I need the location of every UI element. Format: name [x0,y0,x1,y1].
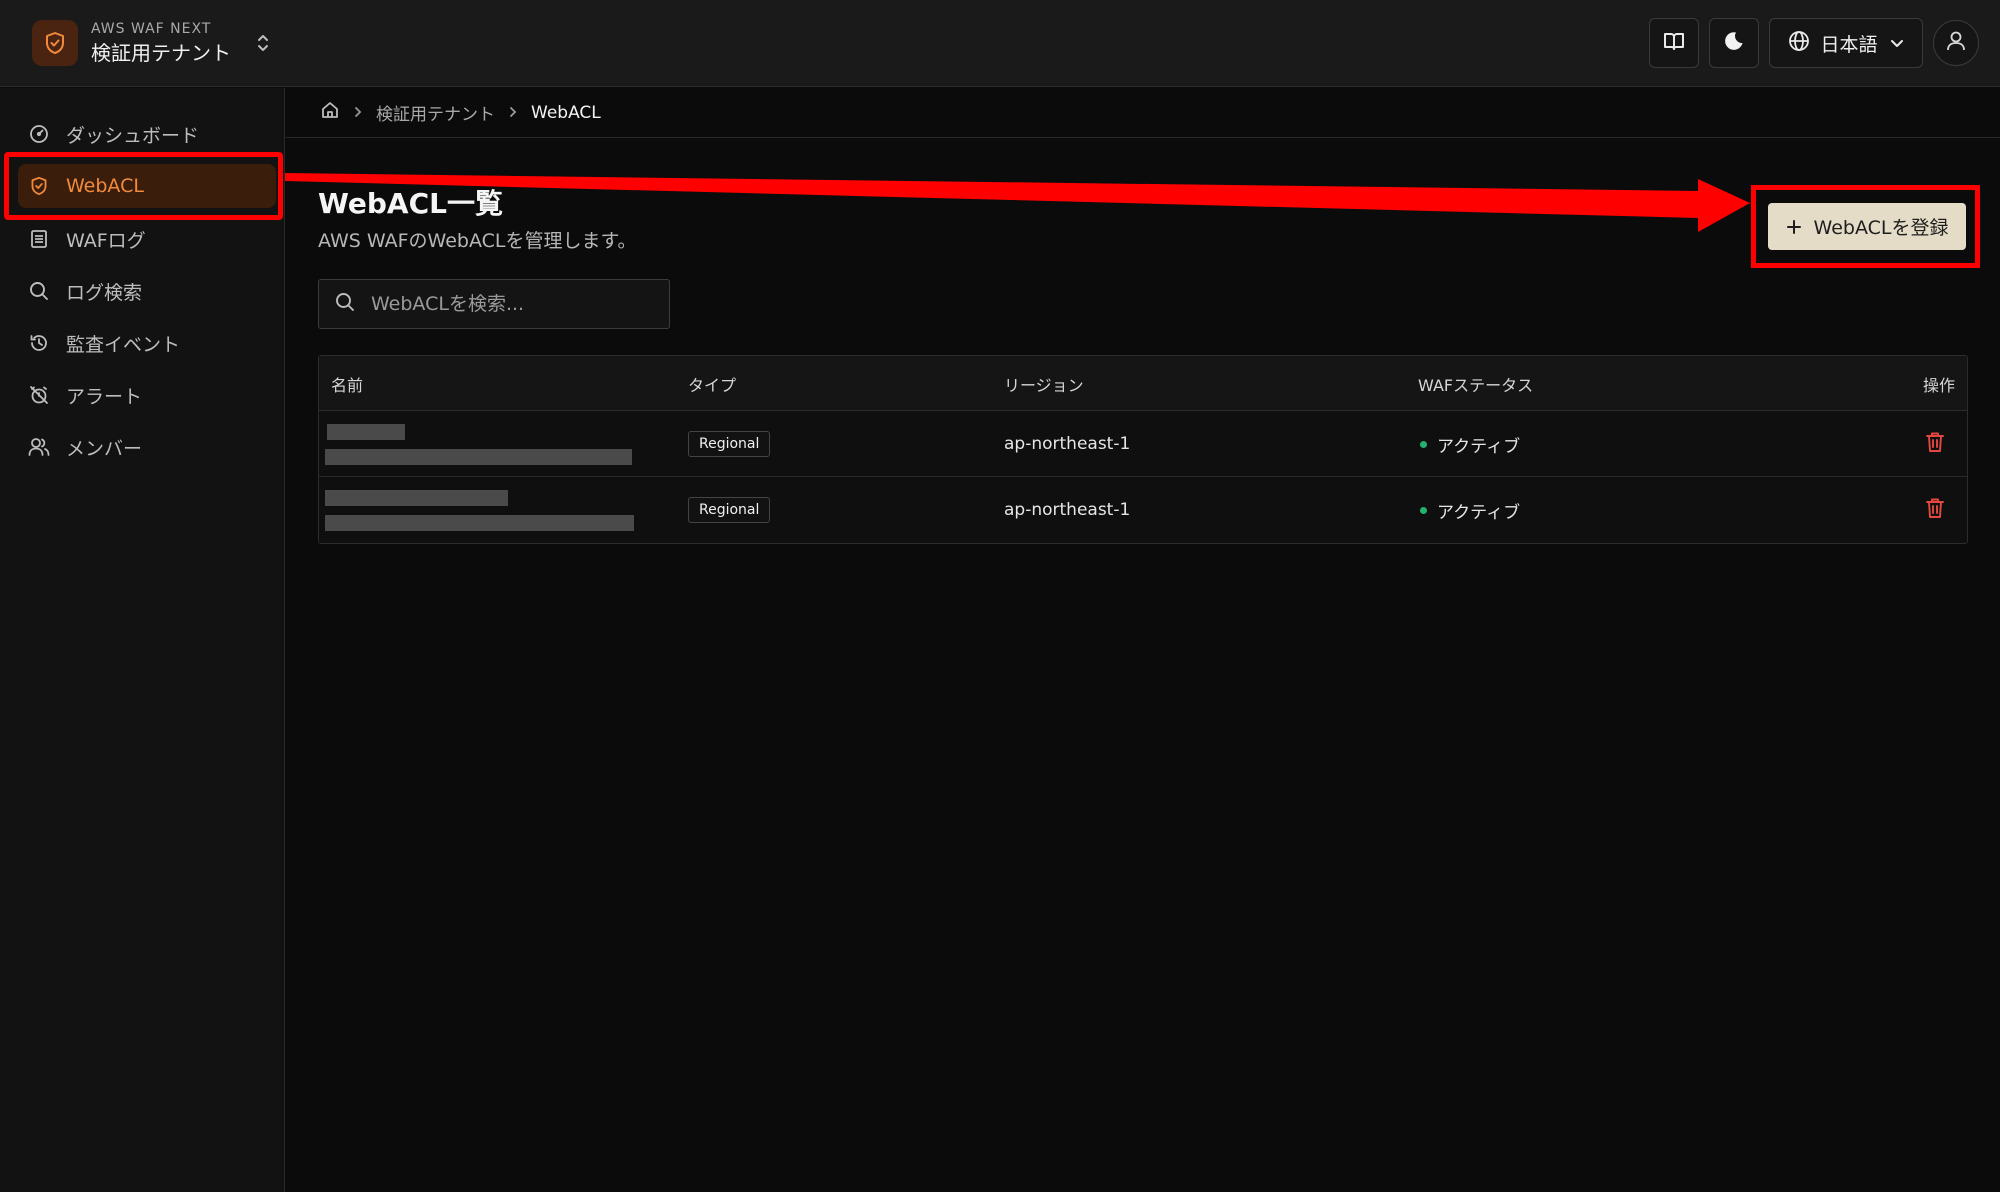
breadcrumb-current: WebACL [531,102,601,123]
type-badge: Regional [688,497,771,523]
column-type[interactable]: タイプ [688,356,736,411]
history-icon [28,332,50,354]
annotation-highlight-webacl-nav [4,152,283,220]
shield-logo-icon [32,20,78,66]
status-dot [1420,506,1427,514]
page-description: AWS WAFのWebACLを管理します。 [318,230,637,252]
breadcrumb: 検証用テナント WebACL [286,88,2000,138]
book-open-icon [1663,31,1685,55]
gauge-icon [28,123,50,145]
delete-button[interactable] [1925,411,1945,477]
sidebar-item-audit-events[interactable]: 監査イベント [18,321,276,365]
tenant-switcher[interactable]: AWS WAF NEXT 検証用テナント [32,20,273,66]
language-label: 日本語 [1820,33,1878,56]
globe-icon [1788,30,1810,56]
sidebar-item-waf-logs[interactable]: WAFログ [18,217,276,261]
sidebar-item-label: ダッシュボード [66,124,200,147]
redacted-id [325,515,634,531]
status-dot [1420,440,1427,448]
sidebar-item-label: メンバー [66,437,143,460]
column-region[interactable]: リージョン [1004,356,1084,411]
redacted-name [325,490,508,506]
docs-button[interactable] [1649,18,1699,68]
chevron-up-down-icon[interactable] [253,28,273,58]
sidebar-item-label: WAFログ [66,229,146,252]
sidebar-item-members[interactable]: メンバー [18,425,276,469]
user-icon [1946,30,1966,56]
trash-icon [1925,431,1945,458]
search-box [318,279,670,329]
language-select[interactable]: 日本語 [1769,18,1923,68]
sidebar-item-log-search[interactable]: ログ検索 [18,269,276,313]
sidebar-item-alerts[interactable]: アラート [18,373,276,417]
sidebar-item-label: ログ検索 [66,281,143,304]
annotation-highlight-register-button [1751,185,1980,268]
chevron-right-icon [509,104,517,122]
search-icon [28,280,50,302]
search-input[interactable] [369,292,659,316]
sidebar-item-label: アラート [66,385,143,408]
redacted-id [325,449,632,465]
page-title: WebACL一覧 [318,187,503,220]
brand-subtitle: AWS WAF NEXT [91,20,212,37]
sidebar-item-dashboard[interactable]: ダッシュボード [18,112,276,156]
type-badge: Regional [688,431,771,457]
tenant-name: 検証用テナント [91,40,231,65]
region-cell: ap-northeast-1 [1004,500,1131,520]
moon-icon [1723,30,1745,56]
table-row[interactable]: Regional ap-northeast-1 アクティブ [319,477,1967,543]
chevron-right-icon [354,104,362,122]
home-icon[interactable] [320,100,340,125]
annotation-arrow [285,173,1750,232]
top-bar: AWS WAF NEXT 検証用テナント 日本語 [0,0,2000,87]
status-label: アクティブ [1437,436,1521,457]
chevron-down-icon [1890,34,1904,53]
webacl-table: 名前 タイプ リージョン WAFステータス 操作 Regional ap-nor… [318,355,1968,544]
search-icon [335,292,355,316]
theme-toggle-button[interactable] [1709,18,1759,68]
users-icon [28,436,50,458]
redacted-name [327,424,405,440]
region-cell: ap-northeast-1 [1004,434,1131,454]
column-waf-status[interactable]: WAFステータス [1418,356,1533,411]
column-actions: 操作 [1922,375,1955,395]
status-cell: アクティブ [1420,477,1520,543]
table-row[interactable]: Regional ap-northeast-1 アクティブ [319,411,1967,477]
status-label: アクティブ [1437,502,1521,523]
user-menu-button[interactable] [1933,20,1979,66]
sidebar-item-label: 監査イベント [66,333,181,356]
breadcrumb-tenant[interactable]: 検証用テナント [376,100,495,125]
delete-button[interactable] [1925,477,1945,543]
status-cell: アクティブ [1420,411,1520,477]
log-icon [28,228,50,250]
trash-icon [1925,497,1945,524]
column-name[interactable]: 名前 [331,356,363,411]
table-header: 名前 タイプ リージョン WAFステータス 操作 [319,356,1967,411]
alarm-off-icon [28,384,50,406]
